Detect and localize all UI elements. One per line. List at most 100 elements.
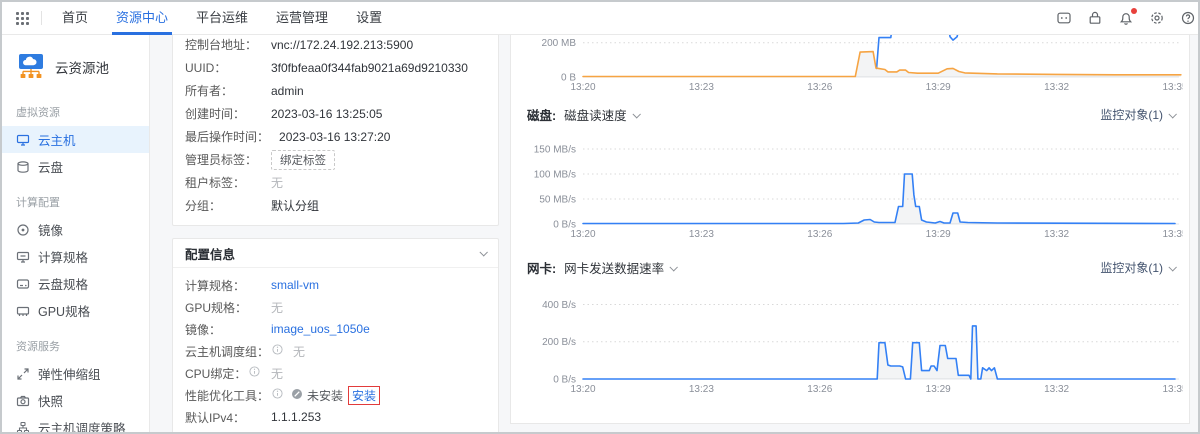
svg-text:13:32: 13:32	[1044, 384, 1069, 395]
nav-item-operation-mgmt[interactable]: 运营管理	[262, 2, 342, 35]
detail-row-cpu-pin: CPU绑定： 无	[185, 362, 488, 384]
sidebar-item-disk-spec[interactable]: 云盘规格	[2, 270, 149, 297]
bind-tag-button[interactable]: 绑定标签	[271, 150, 335, 170]
sidebar-item-label: 云盘规格	[38, 274, 88, 293]
nav-item-home[interactable]: 首页	[48, 2, 102, 35]
monitor-icon	[16, 250, 30, 264]
svg-text:400 B/s: 400 B/s	[542, 300, 576, 311]
sidebar-item-gpu-spec[interactable]: GPU规格	[2, 297, 149, 324]
disk-icon	[16, 160, 30, 174]
sidebar-item-image[interactable]: 镜像	[2, 216, 149, 243]
top-nav: 首页 资源中心 平台运维 运营管理 设置	[2, 2, 1198, 35]
detail-row-group: 分组： 默认分组	[185, 194, 488, 217]
sidebar-item-autoscaling-group[interactable]: 弹性伸缩组	[2, 360, 149, 387]
nic-group-label: 网卡:	[527, 258, 556, 277]
svg-text:13:23: 13:23	[689, 229, 714, 240]
disk-monitor-object-dropdown[interactable]: 监控对象(1)	[1100, 106, 1163, 123]
field-label: CPU绑定	[185, 365, 234, 382]
disk-group-label: 磁盘:	[527, 105, 556, 124]
svg-text:13:23: 13:23	[689, 82, 714, 93]
compute-spec-link[interactable]: small-vm	[271, 278, 319, 292]
nic-metric-dropdown[interactable]: 网卡发送数据速率	[564, 258, 664, 277]
detail-row-gpu-spec: GPU规格： 无	[185, 296, 488, 318]
group-value: 默认分组	[271, 197, 319, 214]
svg-text:13:26: 13:26	[807, 384, 832, 395]
nav-item-resource-center[interactable]: 资源中心	[102, 2, 182, 35]
section-label-virtual-resources: 虚拟资源	[2, 90, 149, 126]
image-link[interactable]: image_uos_1050e	[271, 322, 370, 336]
svg-text:13:26: 13:26	[807, 229, 832, 240]
notification-badge	[1131, 8, 1137, 14]
sidebar-item-label: 云盘	[38, 157, 63, 176]
svg-text:50 MB/s: 50 MB/s	[539, 195, 576, 206]
info-icon[interactable]	[272, 388, 283, 402]
svg-text:13:29: 13:29	[926, 229, 951, 240]
detail-row-create-time: 创建时间： 2023-03-16 13:25:05	[185, 102, 488, 125]
gpu-spec-value: 无	[271, 299, 283, 316]
sched-group-value: 无	[293, 343, 305, 360]
message-icon[interactable]	[1056, 10, 1072, 26]
svg-text:13:29: 13:29	[926, 82, 951, 93]
disk-chart-header: 磁盘: 磁盘读速度 监控对象(1)	[527, 105, 1175, 124]
detail-row-owner: 所有者： admin	[185, 79, 488, 102]
field-label: UUID	[185, 61, 214, 75]
sidebar-item-label: 镜像	[38, 220, 63, 239]
camera-icon	[16, 394, 30, 408]
detail-row-image: 镜像： image_uos_1050e	[185, 318, 488, 340]
field-label: 镜像	[185, 321, 209, 338]
gear-icon[interactable]	[1149, 10, 1165, 26]
sidebar-item-cloud-disk[interactable]: 云盘	[2, 153, 149, 180]
field-label: 所有者	[185, 82, 221, 99]
field-label: GPU规格	[185, 299, 235, 316]
field-label: 分组	[185, 197, 209, 214]
nav-item-platform-ops[interactable]: 平台运维	[182, 2, 262, 35]
detail-row-compute-spec: 计算规格： small-vm	[185, 274, 488, 296]
nav-divider	[41, 11, 42, 25]
monitor-icon	[16, 133, 30, 147]
detail-row-ipv6: 默认IPv6： 无	[185, 428, 488, 432]
svg-text:13:20: 13:20	[570, 82, 595, 93]
last-op-time-value: 2023-03-16 13:27:20	[279, 130, 390, 144]
target-icon	[16, 223, 30, 237]
sidebar-item-cloud-host[interactable]: 云主机	[2, 126, 149, 153]
disk-read-chart: 150 MB/s100 MB/s50 MB/s0 B/s13:2013:2313…	[525, 130, 1177, 242]
ipv4-value: 1.1.1.253	[271, 410, 321, 424]
ipv6-value: 无	[271, 431, 283, 433]
nav-item-settings[interactable]: 设置	[342, 2, 396, 35]
info-icon[interactable]	[249, 366, 260, 380]
install-link[interactable]: 安装	[348, 386, 380, 405]
topology-icon	[16, 421, 30, 433]
chevron-down-icon[interactable]	[1168, 110, 1176, 118]
cpu-pin-value: 无	[271, 365, 283, 382]
sidebar-item-snapshot[interactable]: 快照	[2, 387, 149, 414]
gpu-card-icon	[16, 304, 30, 318]
not-installed-icon	[291, 388, 303, 403]
section-label-resource-services: 资源服务	[2, 324, 149, 360]
bell-icon[interactable]	[1118, 10, 1134, 26]
nic-monitor-object-dropdown[interactable]: 监控对象(1)	[1100, 259, 1163, 276]
chevron-down-icon[interactable]	[1168, 263, 1176, 271]
help-icon[interactable]	[1180, 10, 1196, 26]
info-icon[interactable]	[272, 344, 283, 358]
config-card-title: 配置信息	[185, 244, 474, 263]
disk-metric-dropdown[interactable]: 磁盘读速度	[564, 105, 627, 124]
nic-send-chart: 400 B/s200 B/s0 B/s13:2013:2313:2613:291…	[525, 283, 1177, 397]
svg-text:13:35: 13:35	[1162, 384, 1183, 395]
sidebar-item-scheduling-policy[interactable]: 云主机调度策略	[2, 414, 149, 432]
app-window: 首页 资源中心 平台运维 运营管理 设置	[0, 0, 1200, 434]
chevron-down-icon[interactable]	[479, 248, 487, 256]
chevron-down-icon[interactable]	[670, 263, 678, 271]
lock-icon[interactable]	[1087, 10, 1103, 26]
detail-row-sched-group: 云主机调度组： 无	[185, 340, 488, 362]
chevron-down-icon[interactable]	[632, 110, 640, 118]
sidebar-item-compute-spec[interactable]: 计算规格	[2, 243, 149, 270]
svg-text:200 MB: 200 MB	[542, 38, 577, 49]
perf-tool-status: 未安装	[307, 387, 343, 404]
scale-arrows-icon	[16, 367, 30, 381]
owner-value: admin	[271, 84, 304, 98]
config-card-header[interactable]: 配置信息	[173, 239, 498, 268]
detail-row-console-address: 控制台地址： vnc://172.24.192.213:5900	[185, 35, 488, 56]
tenant-tag-value: 无	[271, 174, 283, 191]
apps-grid-icon[interactable]	[16, 12, 29, 25]
sidebar: 云资源池 虚拟资源 云主机 云盘 计算配置 镜像 计算规格 云	[2, 35, 150, 432]
